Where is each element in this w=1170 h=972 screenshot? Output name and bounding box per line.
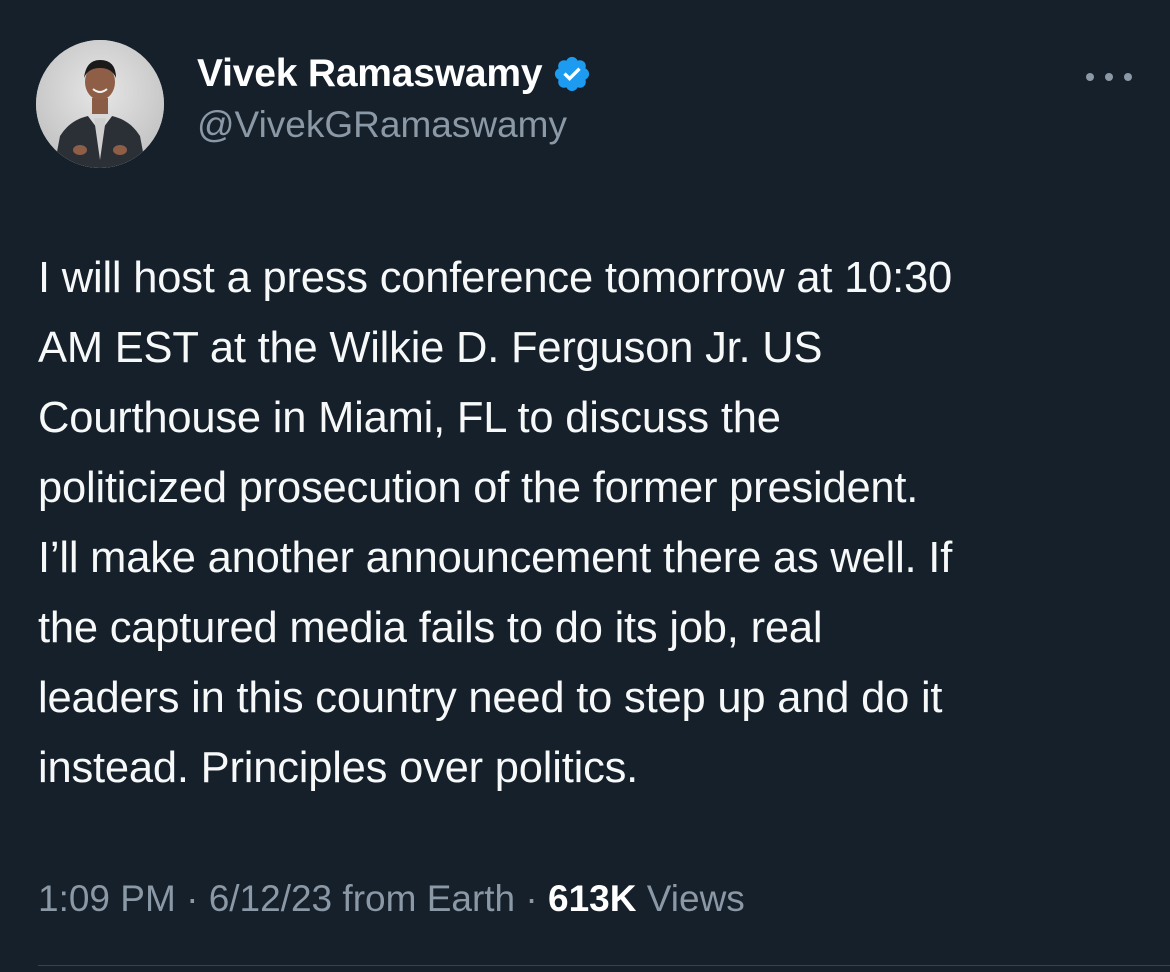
dot bbox=[1124, 73, 1132, 81]
tweet-text-line: politicized prosecution of the former pr… bbox=[38, 464, 919, 512]
tweet-text: I will host a press conference tomorrow … bbox=[38, 243, 1138, 803]
separator: · bbox=[525, 878, 538, 919]
dot bbox=[1105, 73, 1113, 81]
tweet-date[interactable]: 6/12/23 bbox=[209, 878, 332, 919]
separator: · bbox=[186, 878, 199, 919]
avatar[interactable] bbox=[36, 40, 164, 168]
tweet-time[interactable]: 1:09 PM bbox=[38, 878, 176, 919]
author-info: Vivek Ramaswamy @VivekGRamaswamy bbox=[197, 46, 592, 146]
name-row: Vivek Ramaswamy bbox=[197, 46, 592, 102]
tweet-metadata: 1:09 PM · 6/12/23 from Earth · 613K View… bbox=[38, 878, 745, 920]
tweet-text-line: Courthouse in Miami, FL to discuss the bbox=[38, 394, 781, 442]
tweet-text-line: instead. Principles over politics. bbox=[38, 744, 639, 792]
tweet-text-line: leaders in this country need to step up … bbox=[38, 674, 943, 722]
verified-badge-icon bbox=[555, 56, 590, 92]
tweet-text-line: I’ll make another announcement there as … bbox=[38, 534, 953, 582]
tweet-text-line: I will host a press conference tomorrow … bbox=[38, 254, 953, 302]
dot bbox=[1086, 73, 1094, 81]
tweet-source: from Earth bbox=[342, 878, 516, 919]
divider bbox=[38, 965, 1170, 966]
tweet-text-line: the captured media fails to do its job, … bbox=[38, 604, 823, 652]
views-count[interactable]: 613K bbox=[548, 878, 636, 919]
more-options-icon[interactable] bbox=[1086, 70, 1132, 84]
profile-photo-icon bbox=[36, 40, 164, 168]
display-name[interactable]: Vivek Ramaswamy bbox=[197, 52, 543, 96]
tweet-card: Vivek Ramaswamy @VivekGRamaswamy I will … bbox=[0, 0, 1170, 972]
author-handle[interactable]: @VivekGRamaswamy bbox=[197, 104, 592, 146]
tweet-text-line: AM EST at the Wilkie D. Ferguson Jr. US bbox=[38, 324, 823, 372]
views-label: Views bbox=[646, 878, 745, 919]
